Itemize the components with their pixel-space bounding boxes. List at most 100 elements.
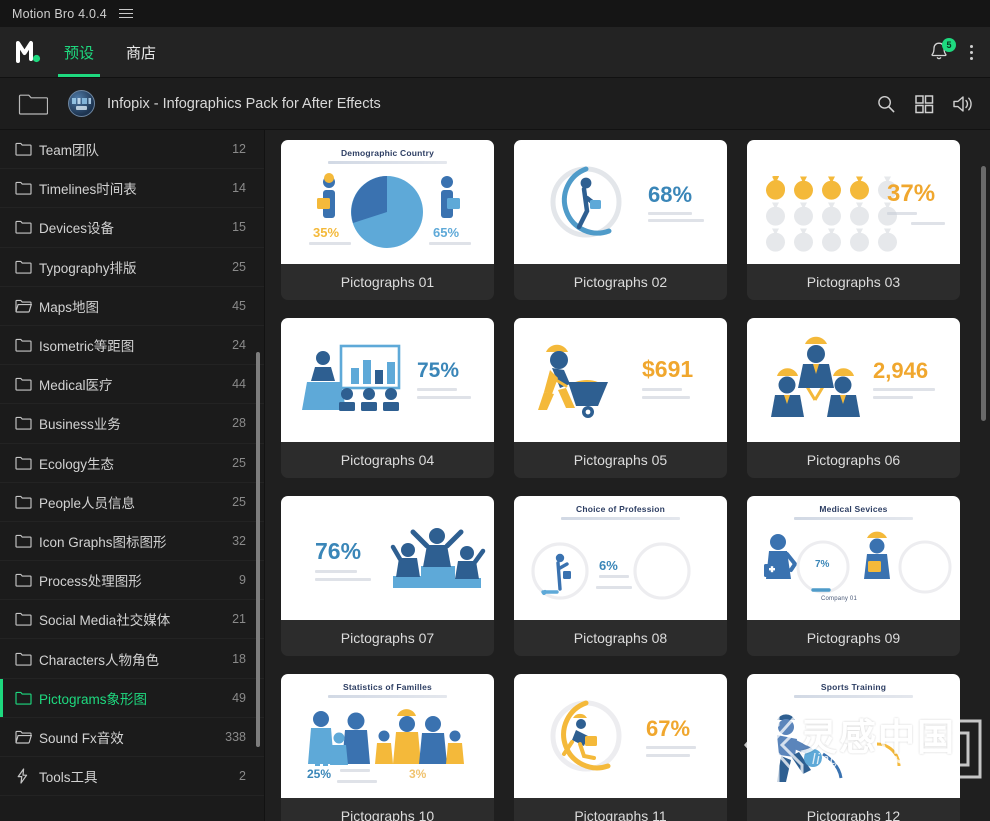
folder-icon — [15, 377, 39, 391]
sidebar-item-people[interactable]: People人员信息 25 — [0, 483, 264, 522]
nav-tabs: 预设 商店 — [58, 27, 162, 77]
sidebar-item-count: 25 — [232, 494, 246, 509]
sidebar-item-label: Medical医疗 — [39, 378, 113, 394]
preset-card[interactable]: Statistics of Familles 25% 3% Pictograph… — [281, 674, 494, 821]
navbar-actions: 5 — [929, 38, 990, 64]
sidebar-scrollbar[interactable] — [256, 352, 260, 747]
sidebar-item-characters[interactable]: Characters人物角色 18 — [0, 639, 264, 679]
preset-card[interactable]: 37% Pictographs 03 — [747, 140, 960, 300]
sidebar-item-isometric[interactable]: Isometric等距图 24 — [0, 326, 264, 366]
sidebar-item-maps[interactable]: Maps地图 45 — [0, 287, 264, 326]
preset-thumbnail: 2,946 — [747, 318, 960, 442]
sound-icon[interactable] — [952, 94, 976, 114]
sidebar-item-label: Business业务 — [39, 417, 121, 433]
sidebar-item-pictograms[interactable]: Pictograms象形图 49 — [0, 678, 264, 718]
preset-card[interactable]: 67% Pictographs 11 — [514, 674, 727, 821]
preset-label: Pictographs 03 — [747, 264, 960, 300]
preset-label: Pictographs 04 — [281, 442, 494, 478]
preset-card[interactable]: 2,946 Pictographs 06 — [747, 318, 960, 478]
sidebar-item-team[interactable]: Team团队 12 — [0, 130, 264, 170]
sidebar-item-process[interactable]: Process处理图形 9 — [0, 561, 264, 601]
hamburger-icon[interactable] — [118, 8, 133, 19]
app-title: Motion Bro 4.0.4 — [12, 6, 107, 21]
preset-card[interactable]: Demographic Country 35% 65% Pictographs … — [281, 140, 494, 300]
preset-label: Pictographs 02 — [514, 264, 727, 300]
preset-thumbnail: 76% — [281, 496, 494, 620]
pack-thumbnail — [68, 90, 95, 117]
sidebar-item-count: 15 — [232, 220, 246, 235]
lightning-icon — [15, 768, 39, 784]
folder-icon — [15, 534, 39, 548]
sidebar-item-timelines[interactable]: Timelines时间表 14 — [0, 169, 264, 209]
preset-thumbnail: Statistics of Familles 25% 3% — [281, 674, 494, 798]
folder-icon — [15, 181, 39, 195]
thumb-value: 37% — [887, 180, 936, 207]
sidebar-item-tools[interactable]: Tools工具 2 — [0, 757, 264, 797]
preset-card[interactable]: Sports Training Pictographs 12 — [747, 674, 960, 821]
thumb-value: 76% — [315, 538, 362, 564]
sidebar-item-medical[interactable]: Medical医疗 44 — [0, 365, 264, 405]
sidebar-item-count: 9 — [239, 573, 246, 588]
thumb-value: 25% — [307, 767, 332, 781]
sidebar-item-typography[interactable]: Typography排版 25 — [0, 248, 264, 287]
main-navbar: 预设 商店 5 — [0, 27, 990, 78]
kebab-menu-icon[interactable] — [967, 42, 976, 63]
grid-view-icon[interactable] — [914, 94, 934, 114]
preset-card[interactable]: 75% Pictographs 04 — [281, 318, 494, 478]
breadcrumb-actions — [876, 94, 976, 114]
sidebar-item-social-media[interactable]: Social Media社交媒体 21 — [0, 600, 264, 640]
preset-label: Pictographs 07 — [281, 620, 494, 656]
sidebar-item-business[interactable]: Business业务 28 — [0, 404, 264, 444]
folder-icon — [15, 691, 39, 705]
preset-card[interactable]: 68% Pictographs 02 — [514, 140, 727, 300]
sidebar-item-count: 338 — [225, 729, 246, 744]
sidebar-item-count: 24 — [232, 338, 246, 353]
folder-icon — [15, 220, 39, 235]
sidebar-item-label: Ecology生态 — [39, 456, 115, 472]
thumb-graphic — [390, 528, 486, 588]
thumb-graphic — [777, 714, 901, 782]
title-bar: Motion Bro 4.0.4 — [0, 0, 990, 27]
thumb-value: 75% — [417, 359, 460, 382]
folder-icon[interactable] — [18, 93, 49, 115]
sidebar-item-count: 12 — [232, 142, 246, 157]
tab-store[interactable]: 商店 — [120, 27, 162, 77]
motion-bro-logo[interactable] — [0, 39, 58, 65]
content-area: Demographic Country 35% 65% Pictographs … — [265, 130, 990, 821]
preset-label: Pictographs 08 — [514, 620, 727, 656]
preset-label: Pictographs 06 — [747, 442, 960, 478]
sidebar-item-label: Typography排版 — [39, 260, 137, 276]
sidebar-item-count: 25 — [232, 455, 246, 470]
preset-thumbnail: 37% — [747, 140, 960, 264]
preset-card[interactable]: Medical Sevices 7% Company 01 Pictograph… — [747, 496, 960, 656]
sidebar-item-devices[interactable]: Devices设备 15 — [0, 208, 264, 248]
sidebar-item-label: Isometric等距图 — [39, 339, 135, 355]
preset-thumbnail: $691 — [514, 318, 727, 442]
thumb-value: 65% — [433, 225, 460, 240]
sidebar-item-count: 45 — [232, 298, 246, 313]
preset-card[interactable]: Choice of Profession 6% Pictographs 08 — [514, 496, 727, 656]
sidebar-item-count: 18 — [232, 651, 246, 666]
folder-icon — [15, 142, 39, 156]
sidebar-item-ecology[interactable]: Ecology生态 25 — [0, 444, 264, 483]
folder-icon — [15, 612, 39, 627]
sidebar-item-sound-fx[interactable]: Sound Fx音效 338 — [0, 718, 264, 757]
thumb-graphic — [538, 344, 608, 418]
search-icon[interactable] — [876, 94, 896, 114]
sidebar-item-label: Devices设备 — [39, 221, 115, 237]
preset-label: Pictographs 11 — [514, 798, 727, 821]
preset-grid: Demographic Country 35% 65% Pictographs … — [281, 140, 972, 821]
sidebar-item-count: 21 — [232, 612, 246, 627]
sidebar-item-icon-graphs[interactable]: Icon Graphs图标图形 32 — [0, 522, 264, 562]
preset-card[interactable]: 76% Pictographs 07 — [281, 496, 494, 656]
notification-badge: 5 — [942, 38, 956, 52]
preset-label: Pictographs 10 — [281, 798, 494, 821]
content-scrollbar[interactable] — [981, 166, 986, 421]
preset-card[interactable]: $691 Pictographs 05 — [514, 318, 727, 478]
sidebar-item-count: 25 — [232, 259, 246, 274]
bell-icon[interactable]: 5 — [929, 38, 956, 64]
tab-presets[interactable]: 预设 — [58, 27, 101, 77]
thumb-value: 3% — [409, 767, 427, 781]
preset-thumbnail: Medical Sevices 7% Company 01 — [747, 496, 960, 620]
sidebar-item-label: Process处理图形 — [39, 574, 142, 590]
